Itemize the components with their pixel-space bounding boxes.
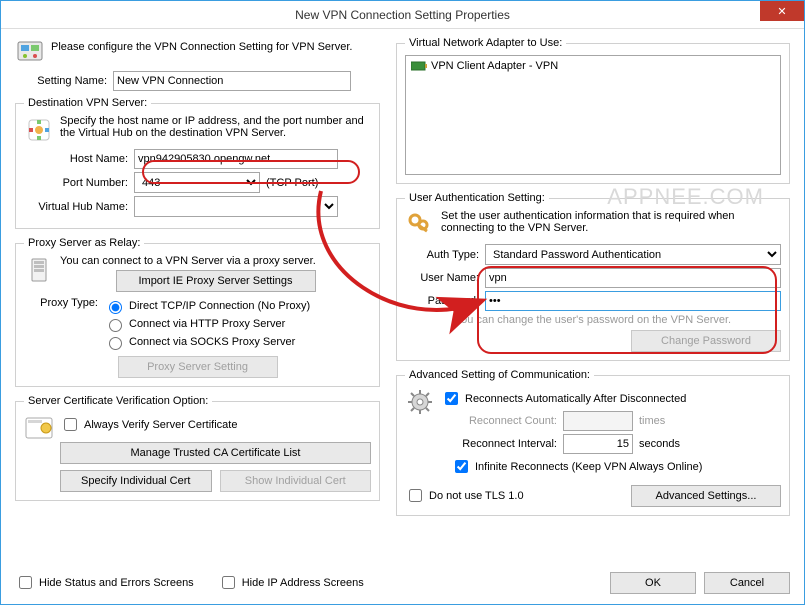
destination-group: Destination VPN Server: Specify the host… bbox=[15, 97, 380, 229]
ok-button[interactable]: OK bbox=[610, 572, 696, 594]
window-title: New VPN Connection Setting Properties bbox=[295, 8, 510, 22]
nic-icon bbox=[411, 60, 427, 72]
auth-legend: User Authentication Setting: bbox=[405, 192, 549, 204]
proxy-socks-radio[interactable] bbox=[109, 337, 122, 350]
port-hint: (TCP Port) bbox=[266, 177, 318, 189]
reconnect-interval-unit: seconds bbox=[639, 438, 680, 450]
password-note: You can change the user's password on th… bbox=[405, 314, 781, 326]
no-tls-label: Do not use TLS 1.0 bbox=[429, 490, 524, 502]
hub-select[interactable] bbox=[134, 196, 338, 217]
auth-type-select[interactable]: Standard Password Authentication bbox=[485, 244, 781, 265]
hide-ip-checkbox[interactable] bbox=[222, 576, 235, 589]
password-input[interactable] bbox=[485, 291, 781, 311]
reconnect-interval-label: Reconnect Interval: bbox=[451, 438, 563, 450]
adapter-item-label: VPN Client Adapter - VPN bbox=[431, 60, 558, 72]
hide-ip-label: Hide IP Address Screens bbox=[242, 577, 364, 589]
proxy-help: You can connect to a VPN Server via a pr… bbox=[60, 255, 371, 267]
titlebar: New VPN Connection Setting Properties ✕ bbox=[1, 1, 804, 29]
hostname-label: Host Name: bbox=[24, 153, 134, 165]
reconnect-interval-input[interactable] bbox=[563, 434, 633, 454]
proxy-icon bbox=[24, 255, 54, 285]
always-verify-label: Always Verify Server Certificate bbox=[84, 419, 237, 431]
username-label: User Name: bbox=[405, 272, 485, 284]
proxy-http-radio[interactable] bbox=[109, 319, 122, 332]
proxy-group: Proxy Server as Relay: You can connect t… bbox=[15, 237, 380, 387]
password-label: Password: bbox=[405, 295, 485, 307]
cert-legend: Server Certificate Verification Option: bbox=[24, 395, 212, 407]
app-icon bbox=[15, 37, 45, 67]
advanced-legend: Advanced Setting of Communication: bbox=[405, 369, 594, 381]
cert-group: Server Certificate Verification Option: … bbox=[15, 395, 380, 501]
infinite-reconnect-checkbox[interactable] bbox=[455, 460, 468, 473]
proxy-direct-label: Direct TCP/IP Connection (No Proxy) bbox=[129, 300, 310, 312]
proxy-direct-radio[interactable] bbox=[109, 301, 122, 314]
list-item[interactable]: VPN Client Adapter - VPN bbox=[408, 58, 778, 74]
hide-status-label: Hide Status and Errors Screens bbox=[39, 577, 194, 589]
auth-type-label: Auth Type: bbox=[405, 249, 485, 261]
cert-icon bbox=[24, 413, 54, 443]
adapter-legend: Virtual Network Adapter to Use: bbox=[405, 37, 566, 49]
gear-icon bbox=[405, 387, 435, 417]
username-input[interactable] bbox=[485, 268, 781, 288]
destination-help: Specify the host name or IP address, and… bbox=[60, 115, 371, 139]
always-verify-checkbox[interactable] bbox=[64, 418, 77, 431]
auth-group: User Authentication Setting: Set the use… bbox=[396, 192, 790, 361]
proxy-type-label: Proxy Type: bbox=[24, 296, 104, 309]
setting-name-label: Setting Name: bbox=[21, 75, 113, 87]
setting-name-input[interactable] bbox=[113, 71, 351, 91]
adapter-listbox[interactable]: VPN Client Adapter - VPN bbox=[405, 55, 781, 175]
specify-cert-button[interactable]: Specify Individual Cert bbox=[60, 470, 212, 492]
port-label: Port Number: bbox=[24, 177, 134, 189]
advanced-settings-button[interactable]: Advanced Settings... bbox=[631, 485, 781, 507]
reconnect-count-input bbox=[563, 411, 633, 431]
auth-help: Set the user authentication information … bbox=[441, 210, 781, 234]
no-tls-checkbox[interactable] bbox=[409, 489, 422, 502]
adapter-group: Virtual Network Adapter to Use: VPN Clie… bbox=[396, 37, 790, 184]
close-button[interactable]: ✕ bbox=[760, 1, 804, 21]
import-proxy-button[interactable]: Import IE Proxy Server Settings bbox=[116, 270, 316, 292]
intro-text: Please configure the VPN Connection Sett… bbox=[51, 37, 352, 53]
reconnect-count-unit: times bbox=[639, 415, 665, 427]
port-select[interactable]: 443 bbox=[134, 172, 260, 193]
reconnect-auto-checkbox[interactable] bbox=[445, 392, 458, 405]
infinite-reconnect-label: Infinite Reconnects (Keep VPN Always Onl… bbox=[475, 461, 702, 473]
proxy-legend: Proxy Server as Relay: bbox=[24, 237, 144, 249]
hide-status-checkbox[interactable] bbox=[19, 576, 32, 589]
proxy-settings-button[interactable]: Proxy Server Setting bbox=[118, 356, 278, 378]
server-icon bbox=[24, 115, 54, 145]
advanced-group: Advanced Setting of Communication: Recon… bbox=[396, 369, 790, 516]
hub-label: Virtual Hub Name: bbox=[24, 201, 134, 213]
keys-icon bbox=[405, 210, 435, 240]
change-password-button[interactable]: Change Password bbox=[631, 330, 781, 352]
reconnect-auto-label: Reconnects Automatically After Disconnec… bbox=[465, 393, 686, 405]
reconnect-count-label: Reconnect Count: bbox=[451, 415, 563, 427]
proxy-socks-label: Connect via SOCKS Proxy Server bbox=[129, 336, 295, 348]
dialog-window: New VPN Connection Setting Properties ✕ … bbox=[0, 0, 805, 605]
show-cert-button[interactable]: Show Individual Cert bbox=[220, 470, 372, 492]
cancel-button[interactable]: Cancel bbox=[704, 572, 790, 594]
hostname-input[interactable] bbox=[134, 149, 338, 169]
destination-legend: Destination VPN Server: bbox=[24, 97, 151, 109]
proxy-http-label: Connect via HTTP Proxy Server bbox=[129, 318, 285, 330]
close-icon: ✕ bbox=[777, 5, 786, 18]
manage-ca-button[interactable]: Manage Trusted CA Certificate List bbox=[60, 442, 371, 464]
